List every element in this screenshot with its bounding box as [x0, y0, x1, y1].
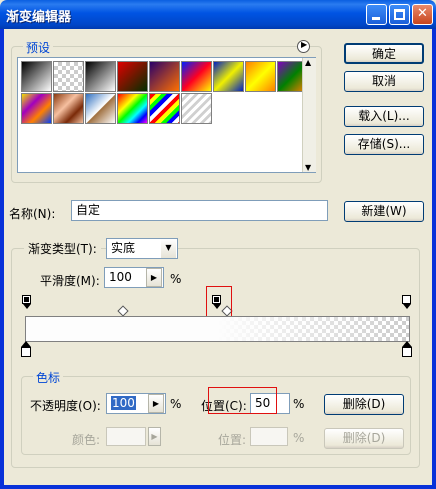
- gradient-type-select[interactable]: 实底 ▼: [106, 238, 178, 259]
- name-input[interactable]: 自定: [71, 200, 328, 221]
- preset-swatch-gradient-transparent-rainbow[interactable]: [149, 93, 180, 124]
- maximize-icon: [394, 9, 405, 20]
- close-button[interactable]: ✕: [412, 4, 433, 25]
- preset-swatch-gradient-red-green[interactable]: [117, 61, 148, 92]
- presets-menu-button[interactable]: ▶: [297, 40, 310, 53]
- load-button[interactable]: 载入(L)...: [344, 106, 424, 127]
- preset-swatch-gradient-yellow-violet-orange-blue[interactable]: [21, 93, 52, 124]
- color-arrow-icon: ▶: [148, 427, 161, 446]
- opacity-label: 不透明度(O):: [30, 399, 101, 413]
- opacity-value: 100: [111, 396, 136, 410]
- preset-swatch-gradient-black-white[interactable]: [85, 61, 116, 92]
- window-title: 渐变编辑器: [6, 10, 72, 25]
- selected-stop-highlight: [206, 286, 232, 320]
- menu-arrow-icon: ▶: [301, 40, 308, 49]
- preset-swatch-gradient-spectrum[interactable]: [117, 93, 148, 124]
- color-stop-left[interactable]: [21, 341, 31, 357]
- window-frame-right: [432, 29, 436, 489]
- smoothness-arrow-icon[interactable]: ▶: [146, 268, 162, 287]
- opacity-location-unit: %: [293, 397, 305, 411]
- minimize-icon: [372, 17, 380, 20]
- presets-list[interactable]: ▲ ▼: [17, 57, 316, 173]
- delete-color-stop-button: 删除(D): [324, 428, 404, 449]
- preset-swatch-gradient-chrome[interactable]: [85, 93, 116, 124]
- preset-swatch-gradient-orange-yellow-orange[interactable]: [245, 61, 276, 92]
- save-button[interactable]: 存储(S)...: [344, 134, 424, 155]
- location-highlight: [208, 387, 277, 414]
- preset-swatch-gradient-copper[interactable]: [53, 93, 84, 124]
- color-location-unit: %: [293, 431, 305, 445]
- preset-swatch-gradient-fg-transparent[interactable]: [53, 61, 84, 92]
- smoothness-value: 100: [109, 270, 132, 284]
- smoothness-label: 平滑度(M):: [40, 274, 100, 288]
- stops-group-label: 色标: [33, 369, 64, 386]
- preset-swatch-gradient-blue-yellow-blue[interactable]: [213, 61, 244, 92]
- preset-swatch-gradient-transparent-stripes[interactable]: [181, 93, 212, 124]
- dropdown-arrow-icon[interactable]: ▼: [161, 239, 176, 258]
- gradient-type-label: 渐变类型(T):: [24, 240, 101, 257]
- maximize-button[interactable]: [389, 4, 410, 25]
- gradient-type-value: 实底: [111, 241, 136, 255]
- opacity-unit: %: [170, 397, 182, 411]
- smoothness-unit: %: [170, 272, 182, 286]
- window-frame-bottom: [0, 485, 436, 489]
- ok-button[interactable]: 确定: [344, 43, 424, 64]
- preset-swatch-gradient-violet-orange[interactable]: [149, 61, 180, 92]
- opacity-arrow-icon[interactable]: ▶: [148, 394, 164, 413]
- color-label: 颜色:: [72, 433, 101, 447]
- name-label: 名称(N):: [9, 207, 56, 221]
- close-icon: ✕: [417, 6, 428, 21]
- color-swatch-disabled: [106, 427, 146, 446]
- cancel-button[interactable]: 取消: [344, 71, 424, 92]
- smoothness-input[interactable]: 100 ▶: [104, 267, 164, 288]
- color-location-input: [250, 427, 288, 446]
- opacity-input[interactable]: 100 ▶: [106, 393, 166, 414]
- presets-label: 预设: [23, 39, 54, 56]
- color-stop-right[interactable]: [402, 341, 412, 357]
- scroll-down-icon[interactable]: ▼: [305, 163, 311, 172]
- opacity-stop-left[interactable]: [22, 295, 31, 309]
- preset-swatch-gradient-fg-bg[interactable]: [21, 61, 52, 92]
- gradient-preview-bar[interactable]: [25, 316, 410, 342]
- delete-opacity-stop-button[interactable]: 删除(D): [324, 394, 404, 415]
- new-button[interactable]: 新建(W): [344, 201, 424, 222]
- color-location-label: 位置:: [218, 433, 247, 447]
- minimize-button[interactable]: [366, 4, 387, 25]
- opacity-stop-right[interactable]: [402, 295, 411, 309]
- presets-scrollbar[interactable]: ▲ ▼: [302, 58, 316, 172]
- window-frame-left: [0, 29, 4, 489]
- preset-swatch-gradient-blue-red-yellow[interactable]: [181, 61, 212, 92]
- scroll-up-icon[interactable]: ▲: [305, 58, 311, 67]
